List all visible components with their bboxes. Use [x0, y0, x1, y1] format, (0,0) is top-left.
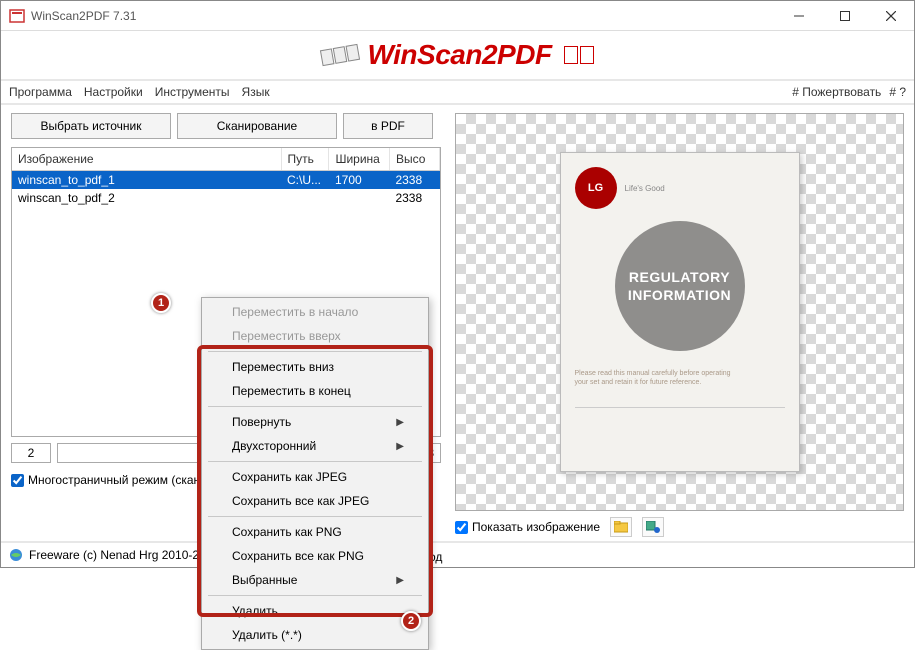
- maximize-button[interactable]: [822, 1, 868, 31]
- col-image-header[interactable]: Изображение: [12, 148, 281, 170]
- show-image-toggle[interactable]: Показать изображение: [455, 520, 600, 534]
- show-image-label: Показать изображение: [472, 520, 600, 534]
- preview-toolbar: Показать изображение: [455, 517, 904, 537]
- titlebar: WinScan2PDF 7.31: [1, 1, 914, 31]
- menubar: Программа Настройки Инструменты Язык # П…: [1, 81, 914, 105]
- mini-pages-icon: [564, 46, 594, 64]
- select-source-button[interactable]: Выбрать источник: [11, 113, 171, 139]
- menu-help[interactable]: # ?: [889, 85, 906, 99]
- window-controls: [776, 1, 914, 30]
- col-path-header[interactable]: Путь: [281, 148, 329, 170]
- multipage-checkbox[interactable]: [11, 474, 24, 487]
- menu-settings[interactable]: Настройки: [84, 85, 143, 99]
- table-row[interactable]: winscan_to_pdf_1 C:\U... 1700 2338: [12, 170, 440, 189]
- to-pdf-button[interactable]: в PDF: [343, 113, 433, 139]
- ctx-rotate[interactable]: Повернуть▶: [204, 410, 426, 434]
- menu-tools[interactable]: Инструменты: [155, 85, 230, 99]
- ctx-delete[interactable]: Удалить: [204, 599, 426, 623]
- ctx-delete-all[interactable]: Удалить (*.*): [204, 623, 426, 647]
- menu-program[interactable]: Программа: [9, 85, 72, 99]
- action-buttons: Выбрать источник Сканирование в PDF: [11, 113, 441, 139]
- window-title: WinScan2PDF 7.31: [31, 9, 776, 23]
- ctx-save-all-jpeg[interactable]: Сохранить все как JPEG: [204, 489, 426, 513]
- app-icon: [9, 8, 25, 24]
- ctx-selected[interactable]: Выбранные▶: [204, 568, 426, 592]
- ctx-save-jpeg[interactable]: Сохранить как JPEG: [204, 465, 426, 489]
- ctx-move-top[interactable]: Переместить в начало: [204, 300, 426, 324]
- main-area: Выбрать источник Сканирование в PDF Изоб…: [1, 105, 914, 541]
- context-menu: Переместить в начало Переместить вверх П…: [201, 297, 429, 650]
- pages-stack-icon: [320, 44, 360, 66]
- close-button[interactable]: [868, 1, 914, 31]
- menu-donate[interactable]: # Пожертвовать: [792, 85, 881, 99]
- menu-language[interactable]: Язык: [242, 85, 270, 99]
- image-tool-icon[interactable]: [642, 517, 664, 537]
- document-preview: LG Life's Good REGULATORYINFORMATION Ple…: [560, 152, 800, 472]
- statusbar: Freeware (c) Nenad Hrg 2010-2021 # http:…: [1, 541, 914, 567]
- doc-brand-sub: Life's Good: [625, 184, 665, 193]
- col-height-header[interactable]: Высо: [389, 148, 439, 170]
- ctx-move-bottom[interactable]: Переместить в конец: [204, 379, 426, 403]
- minimize-button[interactable]: [776, 1, 822, 31]
- right-panel: LG Life's Good REGULATORYINFORMATION Ple…: [455, 113, 904, 537]
- folder-icon[interactable]: [610, 517, 632, 537]
- ctx-move-up[interactable]: Переместить вверх: [204, 324, 426, 348]
- doc-brand-logo: LG: [575, 167, 617, 209]
- ctx-save-png[interactable]: Сохранить как PNG: [204, 520, 426, 544]
- ctx-save-all-png[interactable]: Сохранить все как PNG: [204, 544, 426, 568]
- preview-area[interactable]: LG Life's Good REGULATORYINFORMATION Ple…: [455, 113, 904, 511]
- logo-banner: WinScan2PDF: [1, 31, 914, 81]
- doc-heading-circle: REGULATORYINFORMATION: [615, 221, 745, 351]
- ctx-move-down[interactable]: Переместить вниз: [204, 355, 426, 379]
- summary-count: 2: [11, 443, 51, 463]
- table-row[interactable]: winscan_to_pdf_2 2338: [12, 189, 440, 207]
- show-image-checkbox[interactable]: [455, 521, 468, 534]
- doc-small-text: Please read this manual carefully before…: [575, 369, 785, 387]
- globe-icon: [9, 548, 23, 562]
- scan-button[interactable]: Сканирование: [177, 113, 337, 139]
- app-logo-text: WinScan2PDF: [367, 39, 551, 71]
- col-width-header[interactable]: Ширина: [329, 148, 389, 170]
- ctx-duplex[interactable]: Двухсторонний▶: [204, 434, 426, 458]
